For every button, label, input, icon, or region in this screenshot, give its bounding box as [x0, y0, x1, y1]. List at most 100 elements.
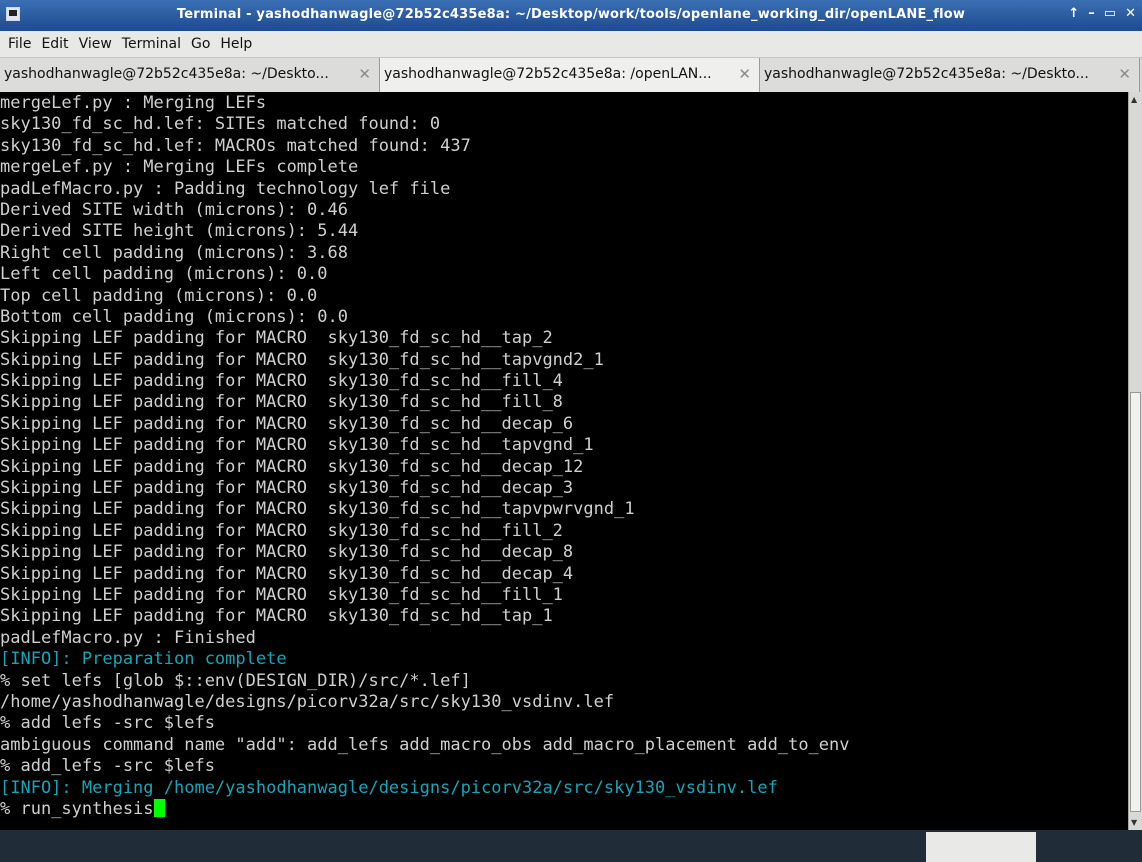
- terminal-line: /home/yashodhanwagle/designs/picorv32a/s…: [0, 692, 850, 713]
- terminal-line: Skipping LEF padding for MACRO sky130_fd…: [0, 328, 850, 349]
- terminal-line: ambiguous command name "add": add_lefs a…: [0, 735, 850, 756]
- terminal-line-text: Skipping LEF padding for MACRO sky130_fd…: [0, 413, 574, 434]
- terminal-line: Skipping LEF padding for MACRO sky130_fd…: [0, 371, 850, 392]
- menu-edit[interactable]: Edit: [41, 36, 68, 52]
- terminal-line: Top cell padding (microns): 0.0: [0, 286, 850, 307]
- menu-file[interactable]: File: [8, 36, 31, 52]
- terminal-line-text: padLefMacro.py : Finished: [0, 627, 256, 648]
- close-icon[interactable]: ✕: [1125, 6, 1136, 21]
- terminal-line-text: % add lefs -src $lefs: [0, 713, 215, 734]
- terminal-line-text: mergeLef.py : Merging LEFs: [0, 93, 267, 113]
- scrollbar[interactable]: ▲ ▼: [1128, 92, 1142, 830]
- scroll-down-icon[interactable]: ▼: [1131, 818, 1137, 827]
- terminal-line: Skipping LEF padding for MACRO sky130_fd…: [0, 521, 850, 542]
- terminal-line-text: [INFO]: Merging /home/yashodhanwagle/des…: [0, 777, 778, 798]
- terminal-line-text: Skipping LEF padding for MACRO sky130_fd…: [0, 584, 563, 605]
- terminal-line: padLefMacro.py : Finished: [0, 628, 850, 649]
- terminal-line: Skipping LEF padding for MACRO sky130_fd…: [0, 350, 850, 371]
- terminal-lines: mergeLef.py : Merging LEFs sky130_fd_sc_h…: [0, 93, 850, 820]
- terminal-line: [INFO]: Preparation complete: [0, 649, 850, 670]
- tab-label: yashodhanwagle@72b52c435e8a: ~/Deskto...: [764, 66, 1089, 82]
- scrollbar-thumb[interactable]: [1130, 392, 1141, 812]
- terminal-line-text: Right cell padding (microns): 3.68: [0, 242, 348, 263]
- title-bar[interactable]: Terminal - yashodhanwagle@72b52c435e8a: …: [0, 0, 1142, 31]
- terminal-line-text: Skipping LEF padding for MACRO sky130_fd…: [0, 456, 584, 477]
- terminal-output[interactable]: mergeLef.py : Merging LEFs sky130_fd_sc_h…: [0, 92, 1128, 830]
- terminal-line-text: /home/yashodhanwagle/designs/picorv32a/s…: [0, 691, 615, 712]
- terminal-line-text: mergeLef.py : Merging LEFs complete: [0, 157, 359, 178]
- terminal-line-text: Skipping LEF padding for MACRO sky130_fd…: [0, 328, 553, 349]
- maximize-icon[interactable]: ▭: [1104, 6, 1116, 21]
- terminal-line: Skipping LEF padding for MACRO sky130_fd…: [0, 457, 850, 478]
- terminal-line: Skipping LEF padding for MACRO sky130_fd…: [0, 542, 850, 563]
- menu-view[interactable]: View: [79, 36, 112, 52]
- tab-bar: yashodhanwagle@72b52c435e8a: ~/Deskto...…: [0, 58, 1142, 92]
- tab-1[interactable]: yashodhanwagle@72b52c435e8a: ~/Deskto...…: [0, 58, 380, 92]
- terminal-line-text: Top cell padding (microns): 0.0: [0, 285, 318, 306]
- terminal-line-text: Bottom cell padding (microns): 0.0: [0, 306, 348, 327]
- tab-2[interactable]: yashodhanwagle@72b52c435e8a: /openLAN...…: [380, 58, 760, 92]
- terminal-line: % set lefs [glob $::env(DESIGN_DIR)/src/…: [0, 671, 850, 692]
- terminal-line-text: [INFO]: Preparation complete: [0, 649, 287, 670]
- terminal-line-text: % run_synthesis: [0, 798, 154, 819]
- terminal-line-text: % add_lefs -src $lefs: [0, 756, 215, 777]
- terminal-line: padLefMacro.py : Padding technology lef …: [0, 179, 850, 200]
- terminal-line: sky130_fd_sc_hd.lef: SITEs matched found…: [0, 114, 850, 135]
- terminal-line: mergeLef.py : Merging LEFs complete: [0, 157, 850, 178]
- menu-help[interactable]: Help: [220, 36, 252, 52]
- terminal-line-text: Derived SITE width (microns): 0.46: [0, 199, 348, 220]
- terminal-line-text: Skipping LEF padding for MACRO sky130_fd…: [0, 392, 563, 413]
- shade-icon[interactable]: ↑: [1068, 6, 1079, 21]
- terminal-line: mergeLef.py : Merging LEFs: [0, 93, 850, 114]
- terminal-line-text: ambiguous command name "add": add_lefs a…: [0, 734, 850, 755]
- terminal-line: Left cell padding (microns): 0.0: [0, 264, 850, 285]
- terminal-line-text: sky130_fd_sc_hd.lef: SITEs matched found…: [0, 114, 441, 135]
- window-controls: ↑ – ▭ ✕: [1068, 6, 1136, 21]
- terminal-line: Derived SITE width (microns): 0.46: [0, 200, 850, 221]
- menu-terminal[interactable]: Terminal: [122, 36, 181, 52]
- tab-label: yashodhanwagle@72b52c435e8a: /openLAN...: [384, 66, 712, 82]
- terminal-line: Derived SITE height (microns): 5.44: [0, 221, 850, 242]
- window-title: Terminal - yashodhanwagle@72b52c435e8a: …: [176, 7, 966, 22]
- terminal-window: Terminal - yashodhanwagle@72b52c435e8a: …: [0, 0, 1142, 830]
- terminal-line-text: sky130_fd_sc_hd.lef: MACROs matched foun…: [0, 135, 471, 156]
- terminal-line-text: Derived SITE height (microns): 5.44: [0, 221, 359, 242]
- terminal-line: % add_lefs -src $lefs: [0, 756, 850, 777]
- terminal-line-text: Skipping LEF padding for MACRO sky130_fd…: [0, 349, 604, 370]
- terminal-line: Skipping LEF padding for MACRO sky130_fd…: [0, 585, 850, 606]
- terminal-line: Skipping LEF padding for MACRO sky130_fd…: [0, 414, 850, 435]
- taskbar: [0, 830, 1142, 862]
- tab-close-icon[interactable]: ✕: [358, 65, 371, 83]
- tab-3[interactable]: yashodhanwagle@72b52c435e8a: ~/Deskto...…: [760, 58, 1140, 92]
- terminal-line-text: Skipping LEF padding for MACRO sky130_fd…: [0, 563, 574, 584]
- scroll-up-icon[interactable]: ▲: [1131, 95, 1137, 104]
- terminal-line-text: Skipping LEF padding for MACRO sky130_fd…: [0, 606, 553, 627]
- terminal-line: Skipping LEF padding for MACRO sky130_fd…: [0, 392, 850, 413]
- terminal-line-text: % set lefs [glob $::env(DESIGN_DIR)/src/…: [0, 670, 471, 691]
- terminal-line-text: Skipping LEF padding for MACRO sky130_fd…: [0, 435, 594, 456]
- terminal-line: Skipping LEF padding for MACRO sky130_fd…: [0, 564, 850, 585]
- terminal-line: Skipping LEF padding for MACRO sky130_fd…: [0, 499, 850, 520]
- terminal-line-text: Skipping LEF padding for MACRO sky130_fd…: [0, 542, 574, 563]
- terminal-line-text: padLefMacro.py : Padding technology lef …: [0, 178, 451, 199]
- terminal-line-text: Skipping LEF padding for MACRO sky130_fd…: [0, 499, 635, 520]
- terminal-line: Skipping LEF padding for MACRO sky130_fd…: [0, 478, 850, 499]
- terminal-line-text: Skipping LEF padding for MACRO sky130_fd…: [0, 371, 563, 392]
- terminal-line-text: Skipping LEF padding for MACRO sky130_fd…: [0, 478, 574, 499]
- taskbar-tray[interactable]: [926, 832, 1036, 862]
- terminal-line: % add lefs -src $lefs: [0, 713, 850, 734]
- terminal-line: Skipping LEF padding for MACRO sky130_fd…: [0, 435, 850, 456]
- terminal-line-text: Left cell padding (microns): 0.0: [0, 264, 328, 285]
- menu-bar: File Edit View Terminal Go Help: [0, 31, 1142, 58]
- minimize-icon[interactable]: –: [1088, 6, 1095, 21]
- menu-go[interactable]: Go: [191, 36, 210, 52]
- terminal-line-text: Skipping LEF padding for MACRO sky130_fd…: [0, 520, 563, 541]
- tab-label: yashodhanwagle@72b52c435e8a: ~/Deskto...: [4, 66, 329, 82]
- terminal-line: [INFO]: Merging /home/yashodhanwagle/des…: [0, 778, 850, 799]
- terminal-line: Skipping LEF padding for MACRO sky130_fd…: [0, 606, 850, 627]
- prompt-line: % run_synthesis: [0, 798, 850, 820]
- text-cursor: [153, 798, 165, 817]
- terminal-line: sky130_fd_sc_hd.lef: MACROs matched foun…: [0, 136, 850, 157]
- tab-close-icon[interactable]: ✕: [1118, 65, 1131, 83]
- tab-close-icon[interactable]: ✕: [738, 65, 751, 83]
